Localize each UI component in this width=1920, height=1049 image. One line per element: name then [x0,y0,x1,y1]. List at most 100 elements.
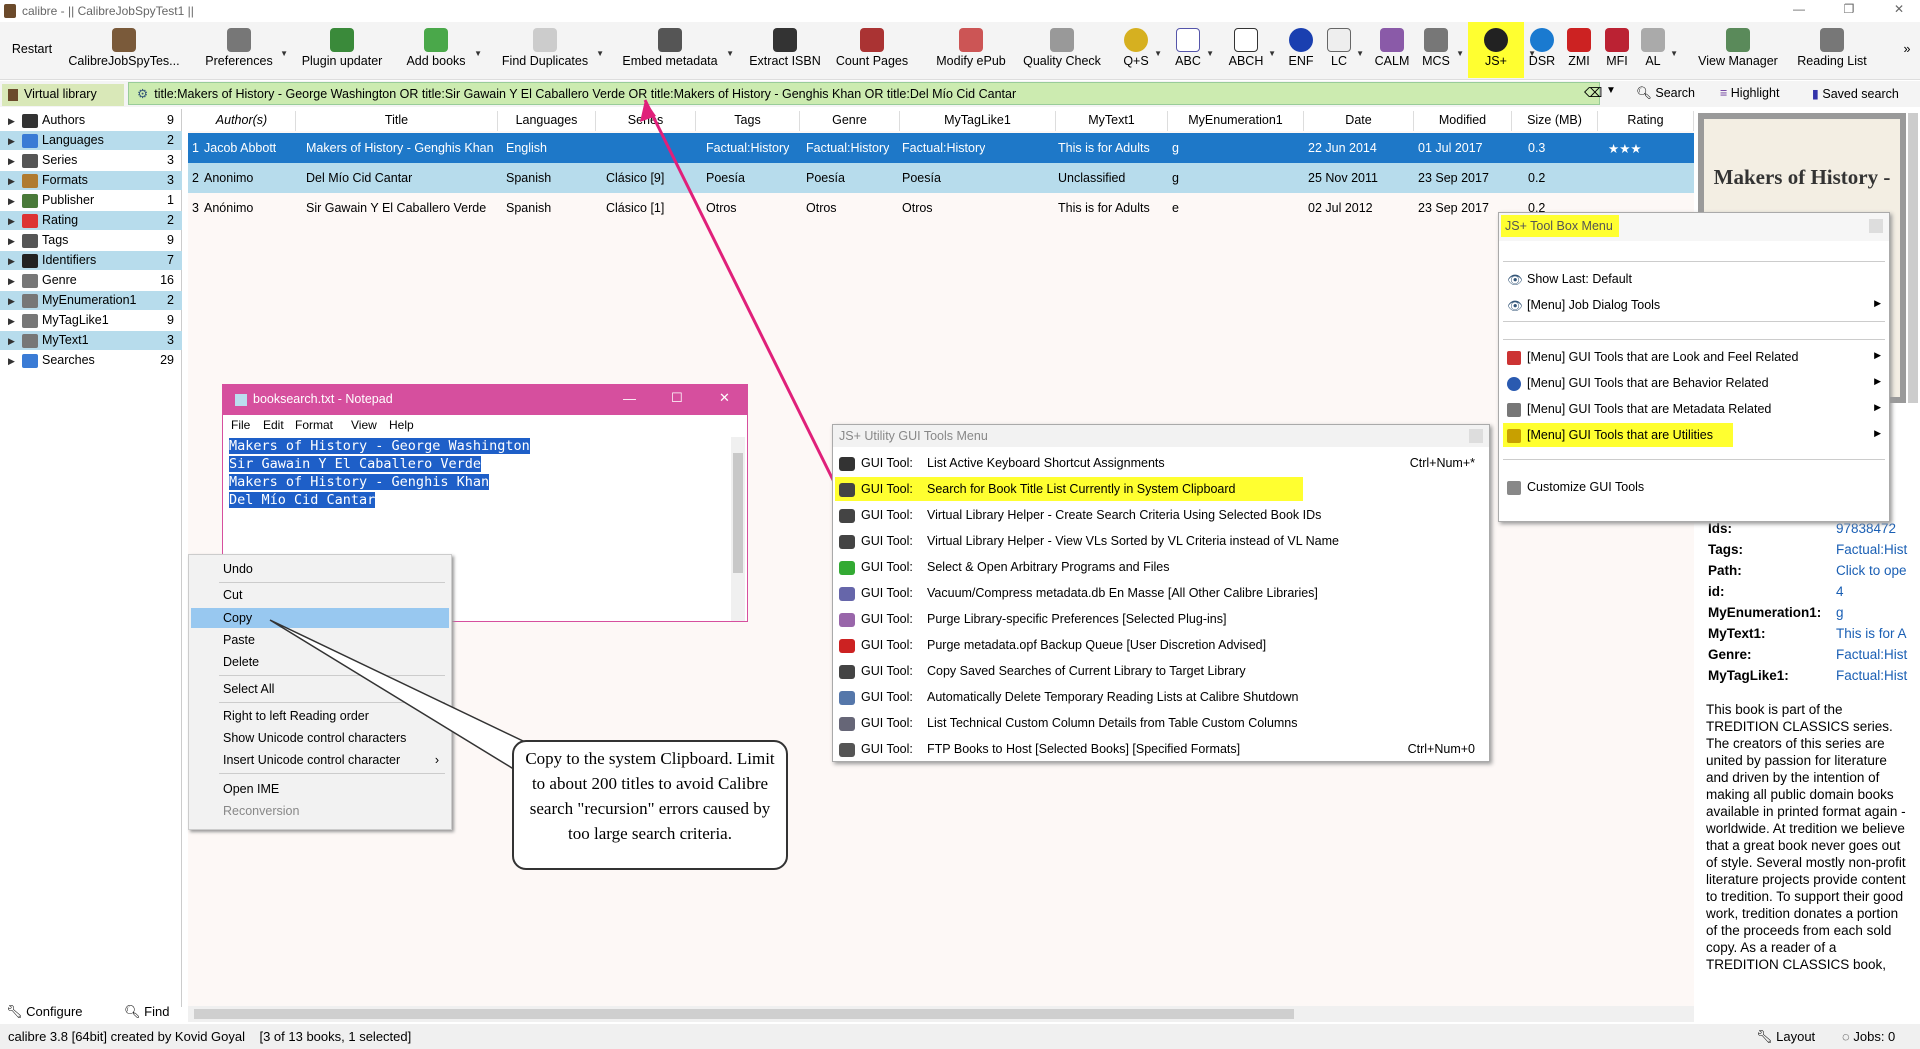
quality-check-button[interactable]: Quality Check [1020,22,1104,78]
chevron-down-icon[interactable]: ▼ [474,49,482,58]
notepad-menu-item[interactable]: Help [389,418,414,432]
utility-menu-item[interactable]: GUI Tool: Automatically Delete Temporary … [835,685,1487,709]
calm-button[interactable]: CALM [1374,22,1410,78]
expand-arrow-icon[interactable]: ▶ [8,196,22,207]
minimize-icon[interactable]: — [1785,2,1813,16]
column-header[interactable]: Title [296,111,498,131]
expand-arrow-icon[interactable]: ▶ [8,116,22,127]
chevron-down-icon[interactable]: ▼ [1456,49,1464,58]
utility-menu-item[interactable]: GUI Tool: Virtual Library Helper - Create… [835,503,1487,527]
search-input[interactable]: ⚙ title:Makers of History - George Washin… [128,82,1600,105]
extract-isbn-button[interactable]: Extract ISBN [746,22,824,78]
expand-arrow-icon[interactable]: ▶ [8,336,22,347]
utility-menu-item[interactable]: GUI Tool: List Active Keyboard Shortcut A… [835,451,1487,475]
column-header[interactable]: Series [596,111,696,131]
add-books-button[interactable]: Add books ▼ [400,22,482,78]
tag-browser-item[interactable]: ▶ Genre 16 [0,271,182,290]
lc-button[interactable]: LC ▼ [1324,22,1364,78]
metadata-field-value[interactable]: This is for A [1836,626,1907,641]
column-header[interactable]: Rating [1598,111,1694,131]
mcs-button[interactable]: MCS ▼ [1418,22,1464,78]
expand-arrow-icon[interactable]: ▶ [8,356,22,367]
utility-menu-item[interactable]: GUI Tool: Purge Library-specific Preferen… [835,607,1487,631]
notepad-scrollbar[interactable] [731,437,745,621]
expand-arrow-icon[interactable]: ▶ [8,316,22,327]
horizontal-scrollbar[interactable] [188,1006,1694,1022]
virtual-library-button[interactable]: Virtual library [2,84,124,106]
chevron-down-icon[interactable]: ▼ [726,49,734,58]
utility-menu-item[interactable]: GUI Tool: List Technical Custom Column De… [835,711,1487,735]
utility-menu-item[interactable]: GUI Tool: FTP Books to Host [Selected Boo… [835,737,1487,761]
maximize-icon[interactable]: ❐ [1835,2,1863,16]
panel-scrollbar[interactable] [1908,113,1918,403]
book-row[interactable]: 1 Jacob Abbott Makers of History - Genghis… [188,133,1694,163]
utility-menu-item[interactable]: GUI Tool: Virtual Library Helper - View V… [835,529,1487,553]
column-header[interactable]: Author(s) [188,111,296,131]
tag-browser-item[interactable]: ▶ Tags 9 [0,231,182,250]
paste-menu-item[interactable]: Paste [191,630,449,650]
job-dialog-tools-menu-item[interactable]: 👁︎ [Menu] Job Dialog Tools ▶ [1503,293,1887,317]
jobs-indicator[interactable]: ◌ Jobs: 0 [1842,1029,1895,1044]
expand-arrow-icon[interactable]: ▶ [8,176,22,187]
rtl-reading-order-menu-item[interactable]: Right to left Reading order [191,706,449,726]
search-button[interactable]: 🔍︎ Search [1636,86,1695,101]
show-unicode-menu-item[interactable]: Show Unicode control characters [191,728,449,748]
expand-arrow-icon[interactable]: ▶ [8,296,22,307]
zmi-button[interactable]: ZMI [1564,22,1594,78]
clear-search-icon[interactable]: ⌫ [1584,85,1602,101]
expand-arrow-icon[interactable]: ▶ [8,136,22,147]
mfi-button[interactable]: MFI [1602,22,1632,78]
tag-browser-item[interactable]: ▶ Authors 9 [0,111,182,130]
view-manager-button[interactable]: View Manager [1690,22,1786,78]
metadata-field-value[interactable]: Click to ope [1836,563,1907,578]
look-feel-menu-item[interactable]: [Menu] GUI Tools that are Look and Feel … [1503,345,1887,369]
utility-menu-item[interactable]: GUI Tool: Vacuum/Compress metadata.db En … [835,581,1487,605]
metadata-field-value[interactable]: 4 [1836,584,1844,599]
find-duplicates-button[interactable]: Find Duplicates ▼ [496,22,604,78]
behavior-menu-item[interactable]: [Menu] GUI Tools that are Behavior Relat… [1503,371,1887,395]
tag-browser-item[interactable]: ▶ Formats 3 [0,171,182,190]
restart-button[interactable]: Restart [4,22,60,78]
tag-browser-item[interactable]: ▶ Languages 2 [0,131,182,150]
metadata-field-value[interactable]: Factual:Hist [1836,542,1907,557]
expand-arrow-icon[interactable]: ▶ [8,256,22,267]
notepad-menu-item[interactable]: View [351,418,377,432]
expand-arrow-icon[interactable]: ▶ [8,276,22,287]
insert-unicode-menu-item[interactable]: Insert Unicode control character › [191,750,449,770]
scrollbar-thumb[interactable] [194,1009,1294,1019]
chevron-down-icon[interactable]: ▼ [596,49,604,58]
abch-button[interactable]: ABCH ▼ [1226,22,1276,78]
saved-search-button[interactable]: ▮ Saved search [1812,86,1899,101]
chevron-down-icon[interactable]: ▼ [1206,49,1214,58]
utilities-menu-item[interactable]: [Menu] GUI Tools that are Utilities ▶ [1503,423,1887,447]
utility-menu-item[interactable]: GUI Tool: Copy Saved Searches of Current … [835,659,1487,683]
notepad-menu-item[interactable]: Format [295,418,333,432]
utility-menu-item[interactable]: GUI Tool: Purge metadata.opf Backup Queue… [835,633,1487,657]
utility-menu-item[interactable]: GUI Tool: Search for Book Title List Curr… [835,477,1487,501]
expand-arrow-icon[interactable]: ▶ [8,156,22,167]
column-header[interactable]: Genre [800,111,900,131]
show-last-menu-item[interactable]: 👁︎ Show Last: Default [1503,267,1887,291]
metadata-field-value[interactable]: Factual:Hist [1836,668,1907,683]
maximize-icon[interactable]: ☐ [671,390,683,406]
tag-browser-item[interactable]: ▶ MyTagLike1 9 [0,311,182,330]
tag-browser-item[interactable]: ▶ Publisher 1 [0,191,182,210]
tag-browser-item[interactable]: ▶ Rating 2 [0,211,182,230]
layout-button[interactable]: 🔧︎ Layout [1756,1029,1815,1045]
column-header[interactable]: Tags [696,111,800,131]
highlight-button[interactable]: ≡ Highlight [1720,86,1779,100]
column-header[interactable]: MyTagLike1 [900,111,1056,131]
copy-menu-item[interactable]: Copy [191,608,449,628]
modify-epub-button[interactable]: Modify ePub [930,22,1012,78]
column-header[interactable]: Size (MB) [1512,111,1598,131]
book-row[interactable]: 3 Anónimo Sir Gawain Y El Caballero Verde S… [188,193,1694,223]
metadata-field-value[interactable]: Factual:Hist [1836,647,1907,662]
scrollbar-thumb[interactable] [733,453,743,573]
reading-list-button[interactable]: Reading List [1790,22,1874,78]
column-header[interactable]: Date [1304,111,1414,131]
close-icon[interactable]: ✕ [719,390,730,406]
tag-browser-item[interactable]: ▶ MyText1 3 [0,331,182,350]
delete-menu-item[interactable]: Delete [191,652,449,672]
close-icon[interactable] [1469,429,1483,443]
expand-arrow-icon[interactable]: ▶ [8,216,22,227]
